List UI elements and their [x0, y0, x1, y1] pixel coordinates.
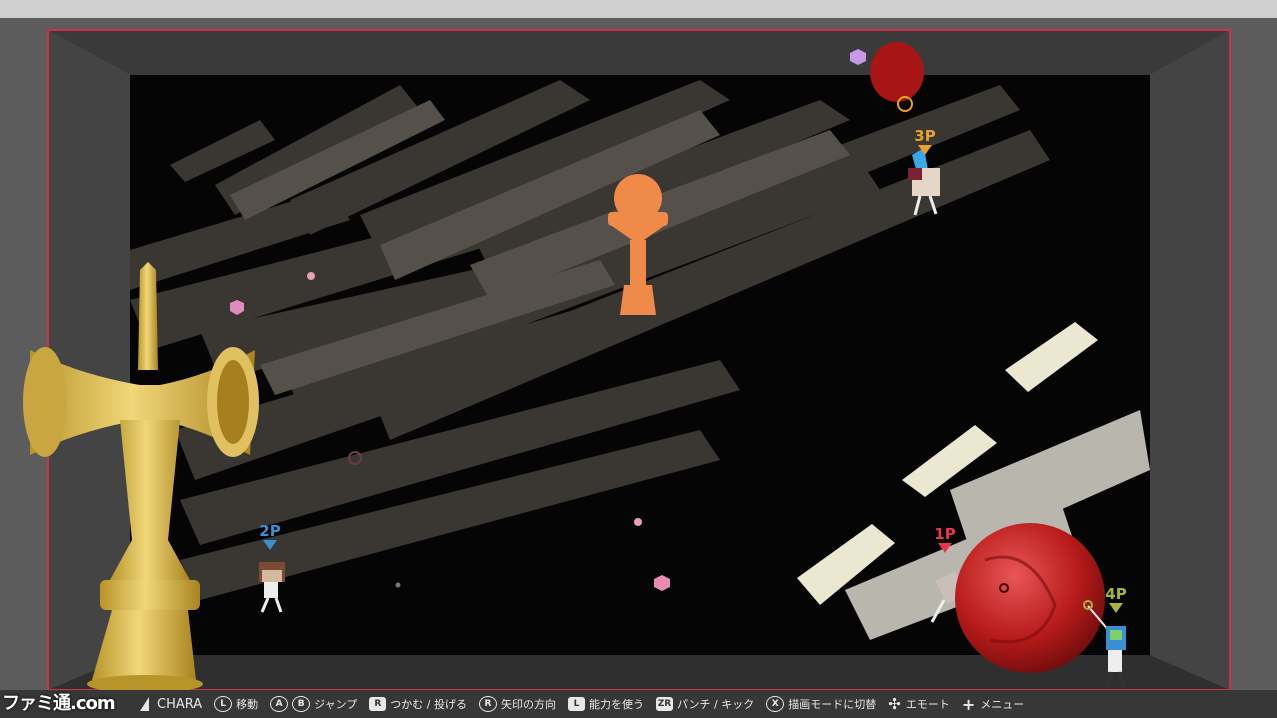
- player-4p-label: 4P: [1105, 585, 1127, 603]
- zr-button-icon: ZR: [655, 697, 673, 711]
- arena-scene: [0, 0, 1277, 693]
- triangle-down-icon: [263, 540, 277, 550]
- aim-hint: R 矢印の方向: [478, 696, 556, 712]
- grab-label: つかむ / 投げる: [390, 698, 467, 711]
- triangle-down-icon: [1109, 603, 1123, 613]
- chara-label: CHARA: [157, 696, 203, 712]
- game-stage: [0, 0, 1277, 718]
- controls-hint-bar: CHARA L 移動 A B ジャンプ R つかむ / 投げる R 矢印の方向 …: [0, 690, 1277, 718]
- player-3p-tag: 3P: [905, 127, 945, 155]
- dpad-icon: ✣: [888, 695, 901, 713]
- x-button-icon: X: [766, 696, 785, 712]
- b-button-icon: B: [292, 696, 311, 712]
- attack-label: パンチ / キック: [676, 698, 755, 711]
- big-red-ball: [955, 523, 1105, 673]
- player-3p-label: 3P: [914, 127, 936, 145]
- ceiling: [48, 30, 1230, 75]
- player-1p-tag: 1P: [925, 525, 965, 553]
- jump-hint: A B ジャンプ: [270, 696, 357, 712]
- right-stick-icon: R: [478, 696, 497, 712]
- player-4p-tag: 4P: [1096, 585, 1136, 613]
- grab-hint: R つかむ / 投げる: [369, 696, 467, 712]
- attack-hint: ZR パンチ / キック: [655, 696, 755, 712]
- chara-hint: CHARA: [140, 697, 202, 712]
- draw-mode-label: 描画モードに切替: [788, 698, 877, 711]
- left-stick-icon: L: [214, 696, 233, 712]
- jump-label: ジャンプ: [314, 698, 358, 711]
- ability-hint: L 能力を使う: [567, 696, 644, 712]
- player-1p-label: 1P: [934, 525, 956, 543]
- l-button-icon: L: [567, 697, 585, 711]
- triangle-down-icon: [918, 145, 932, 155]
- move-hint: L 移動: [214, 696, 258, 712]
- triangle-down-icon: [938, 543, 952, 553]
- draw-mode-hint: X 描画モードに切替: [766, 696, 876, 712]
- aim-label: 矢印の方向: [500, 698, 556, 711]
- r-button-icon: R: [369, 697, 387, 711]
- emote-label: エモート: [905, 698, 950, 711]
- plus-icon: +: [961, 694, 976, 714]
- chara-icon: [140, 697, 149, 711]
- move-label: 移動: [236, 698, 259, 711]
- player-2p-tag: 2P: [250, 522, 290, 550]
- right-wall: [1150, 30, 1230, 690]
- a-button-icon: A: [270, 696, 289, 712]
- menu-hint: + メニュー: [962, 695, 1024, 714]
- site-watermark: ファミ通.com: [2, 693, 116, 714]
- emote-hint: ✣ エモート: [888, 695, 950, 713]
- ability-label: 能力を使う: [588, 698, 644, 711]
- menu-label: メニュー: [980, 698, 1025, 711]
- player-2p-label: 2P: [259, 522, 281, 540]
